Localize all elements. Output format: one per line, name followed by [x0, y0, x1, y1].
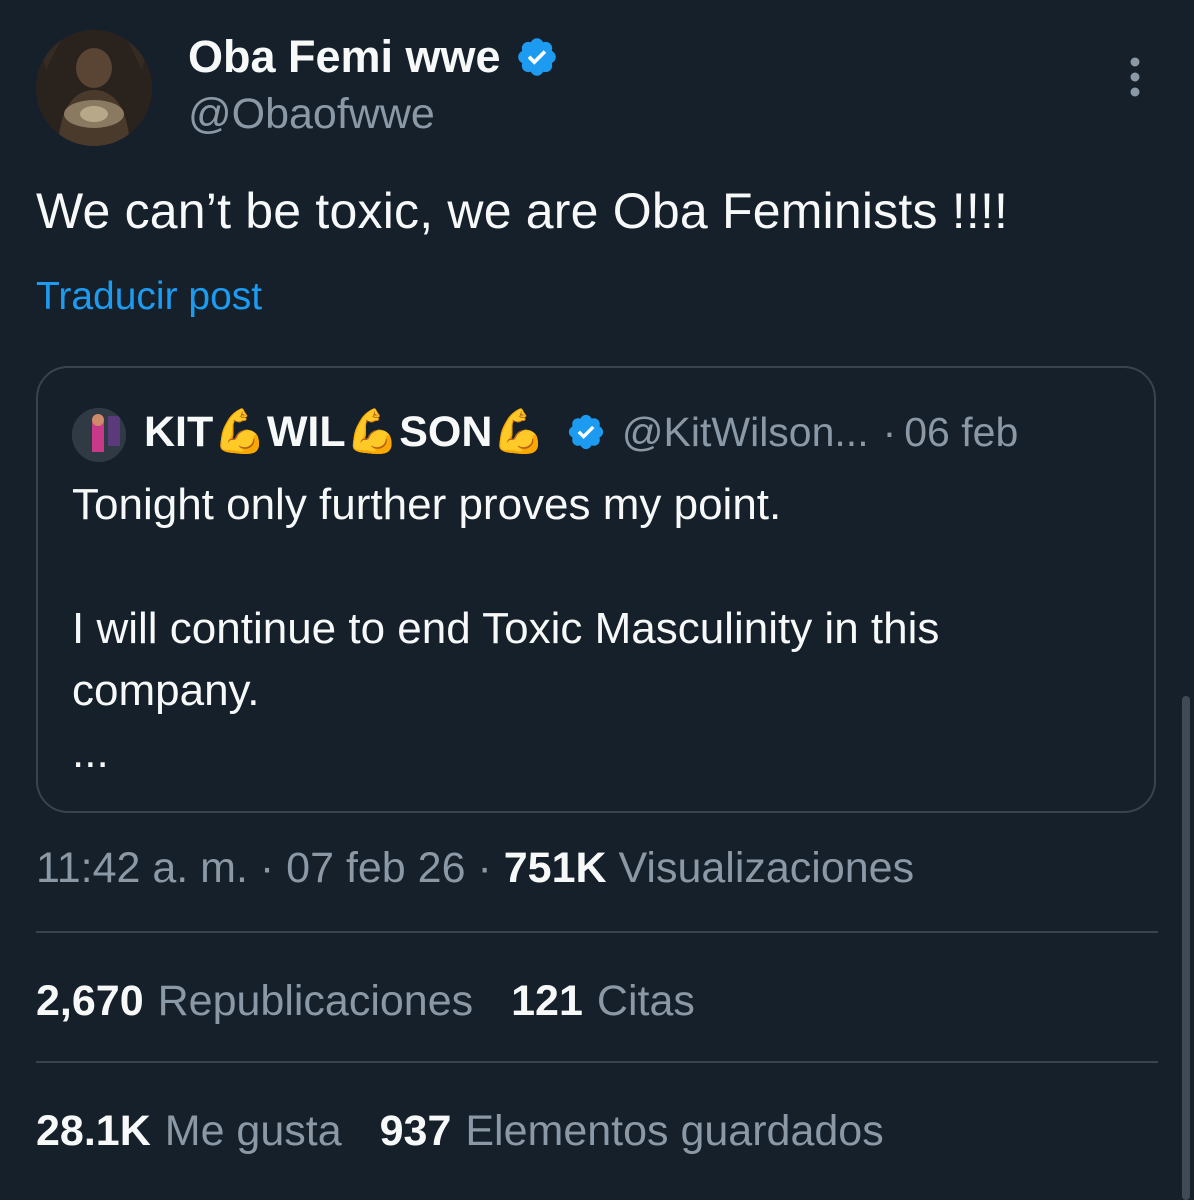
flexed-biceps-emoji: 💪	[213, 408, 267, 456]
bookmarks-count: 937	[379, 1107, 452, 1155]
bookmarks-stat[interactable]: 937 Elementos guardados	[380, 1103, 884, 1159]
bookmarks-label: Elementos guardados	[465, 1107, 884, 1155]
likes-stat[interactable]: 28.1K Me gusta	[36, 1103, 342, 1159]
quotes-count: 121	[511, 977, 583, 1025]
meta-separator: ·	[477, 844, 492, 892]
quotes-stat[interactable]: 121 Citas	[511, 973, 695, 1029]
quoted-author-handle: @KitWilson...	[621, 408, 869, 455]
likes-count: 28.1K	[36, 1107, 151, 1155]
quoted-post-text: Tonight only further proves my point. I …	[72, 480, 940, 777]
quoted-author-name[interactable]: KIT💪WIL💪SON💪	[144, 407, 546, 457]
author-display-name[interactable]: Oba Femi wwe	[188, 31, 559, 83]
quoted-name-part: WIL	[266, 408, 346, 456]
views-count: 751K	[503, 844, 607, 892]
quoted-separator: ·	[882, 408, 897, 455]
engagement-row-likes: 28.1K Me gusta 937 Elementos guardados	[36, 1103, 922, 1159]
reposts-label: Republicaciones	[157, 977, 474, 1025]
divider	[36, 931, 1158, 933]
avatar-image	[36, 30, 152, 146]
verified-badge-icon	[568, 414, 604, 450]
divider	[36, 1061, 1158, 1063]
verified-badge-icon[interactable]	[515, 35, 559, 79]
post-meta: 11:42 a. m. · 07 feb 26 · 751K Visualiza…	[36, 840, 914, 896]
flexed-biceps-emoji: 💪	[492, 408, 546, 456]
author-avatar[interactable]	[36, 30, 152, 146]
post-text: We can’t be toxic, we are Oba Feminists …	[36, 183, 1009, 239]
likes-label: Me gusta	[164, 1107, 342, 1155]
engagement-row-reposts: 2,670 Republicaciones 121 Citas	[36, 973, 733, 1029]
views-label: Visualizaciones	[618, 844, 915, 892]
quoted-avatar-image	[72, 408, 126, 462]
quotes-label: Citas	[596, 977, 695, 1025]
reposts-stat[interactable]: 2,670 Republicaciones	[36, 973, 473, 1029]
author-handle[interactable]: @Obaofwwe	[188, 88, 435, 140]
quoted-post-header: KIT💪WIL💪SON💪 @KitWilson... · 06 feb	[144, 404, 1018, 460]
reposts-count: 2,670	[36, 977, 144, 1025]
translate-post-link[interactable]: Traducir post	[36, 274, 262, 320]
quoted-post-card[interactable]: KIT💪WIL💪SON💪 @KitWilson... · 06 feb Toni…	[36, 366, 1156, 813]
post-date[interactable]: 07 feb 26	[286, 844, 465, 892]
quoted-name-part: SON	[399, 408, 493, 456]
meta-separator: ·	[259, 844, 275, 892]
quoted-author-avatar	[72, 408, 126, 462]
more-options-icon[interactable]	[1122, 56, 1148, 98]
post-time[interactable]: 11:42 a. m.	[36, 844, 248, 892]
author-name-text: Oba Femi wwe	[188, 31, 501, 82]
quoted-post-date: 06 feb	[904, 408, 1019, 455]
scrollbar[interactable]	[1182, 696, 1190, 1200]
flexed-biceps-emoji: 💪	[345, 408, 400, 456]
quoted-name-part: KIT	[144, 408, 214, 456]
